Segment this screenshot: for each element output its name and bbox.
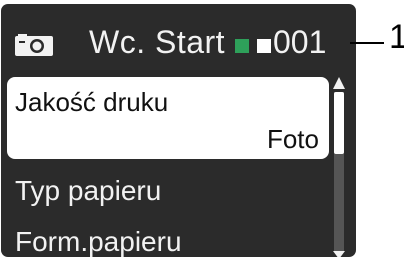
menu-item-print-quality[interactable]: Jakość druku Foto bbox=[7, 77, 329, 159]
camera-icon bbox=[15, 34, 53, 56]
menu-item-value: Foto bbox=[266, 124, 319, 154]
menu-item-paper-size[interactable]: Form.papieru bbox=[15, 226, 182, 257]
copy-count: 001 bbox=[273, 24, 327, 60]
scroll-down-arrow-icon[interactable] bbox=[332, 250, 346, 257]
green-square-indicator bbox=[235, 39, 249, 53]
scroll-up-arrow-icon[interactable] bbox=[332, 76, 346, 90]
scrollbar-thumb[interactable] bbox=[334, 92, 344, 154]
menu-item-label: Jakość druku bbox=[15, 87, 169, 117]
white-square-indicator bbox=[257, 39, 271, 53]
callout-line bbox=[350, 42, 384, 44]
status-bar: Wc. Start 001 bbox=[1, 4, 356, 74]
callout-number: 1 bbox=[389, 18, 404, 56]
menu-item-paper-type[interactable]: Typ papieru bbox=[15, 175, 161, 207]
lcd-screen: Wc. Start 001 Jakość druku Foto Typ papi… bbox=[1, 4, 356, 257]
screen-title: Wc. Start bbox=[89, 24, 226, 60]
